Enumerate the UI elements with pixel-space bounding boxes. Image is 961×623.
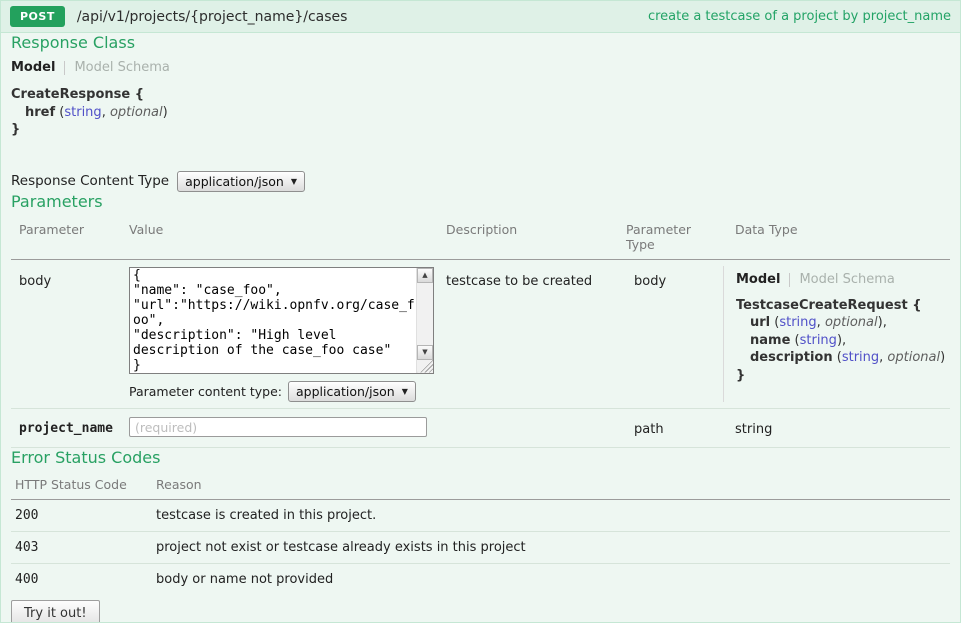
tab-model[interactable]: Model <box>11 60 55 76</box>
parameter-value-cell: { "name": "case_foo", "url":"https://wik… <box>129 266 446 402</box>
status-reason: testcase is created in this project. <box>156 508 950 523</box>
column-header-reason: Reason <box>156 477 950 492</box>
property-name: url <box>750 315 770 330</box>
data-type-tabs: Model Model Schema <box>736 272 950 288</box>
parameter-type: path <box>626 417 723 438</box>
response-content-type-row: Response Content Type application/json ▼ <box>11 171 950 192</box>
property-punct: ), <box>837 333 846 348</box>
chevron-down-icon: ▼ <box>291 174 297 189</box>
response-content-type-label: Response Content Type <box>11 173 169 189</box>
property-type: string <box>842 350 879 365</box>
parameter-description: testcase to be created <box>446 266 626 402</box>
parameter-row-project-name: project_name path string <box>11 409 950 449</box>
signature-property: href (string, optional) <box>11 104 950 122</box>
parameter-description <box>446 417 626 438</box>
property-punct: ) <box>940 350 945 365</box>
property-type: string <box>800 333 837 348</box>
project-name-input[interactable] <box>129 417 427 437</box>
property-flag: optional <box>110 105 163 120</box>
tab-separator <box>789 273 790 287</box>
request-signature: TestcaseCreateRequest { url (string, opt… <box>736 297 950 385</box>
column-header-parameter: Parameter <box>11 222 129 252</box>
parameter-type: body <box>626 266 723 402</box>
scrollbar-track[interactable] <box>417 283 433 345</box>
scroll-up-button[interactable]: ▲ <box>417 268 433 283</box>
column-header-data-type: Data Type <box>723 222 950 252</box>
parameter-value-cell <box>129 417 446 438</box>
tab-model-schema[interactable]: Model Schema <box>74 60 169 76</box>
error-row: 200 testcase is created in this project. <box>11 500 950 532</box>
operation-summary-link[interactable]: create a testcase of a project by projec… <box>648 9 951 24</box>
parameter-name: body <box>11 266 129 402</box>
property-name: name <box>750 333 790 348</box>
property-punct: ( <box>833 350 842 365</box>
signature-class-close: } <box>11 121 950 139</box>
response-content-type-select[interactable]: application/json ▼ <box>177 171 305 192</box>
parameter-row-body: body { "name": "case_foo", "url":"https:… <box>11 260 950 409</box>
parameter-data-type-cell: Model Model Schema TestcaseCreateRequest… <box>723 266 950 402</box>
column-header-parameter-type: Parameter Type <box>626 222 723 252</box>
column-header-description: Description <box>446 222 626 252</box>
scroll-up-icon: ▲ <box>422 272 427 279</box>
parameters-heading: Parameters <box>11 192 950 211</box>
property-punct: , <box>102 105 110 120</box>
property-punct: ), <box>878 315 887 330</box>
signature-class-close: } <box>736 367 950 385</box>
textarea-scrollbar[interactable]: ▲ ▼ <box>416 268 433 373</box>
response-class-tabs: Model Model Schema <box>11 60 950 76</box>
signature-property: name (string), <box>736 332 950 350</box>
body-parameter-textarea[interactable]: { "name": "case_foo", "url":"https://wik… <box>130 268 416 373</box>
column-header-value: Value <box>129 222 446 252</box>
error-table-header: HTTP Status Code Reason <box>11 471 950 500</box>
property-name: description <box>750 350 833 365</box>
parameter-content-type-select[interactable]: application/json ▼ <box>288 381 416 402</box>
operation-header[interactable]: POST /api/v1/projects/{project_name}/cas… <box>1 1 960 33</box>
status-code: 400 <box>11 572 156 587</box>
error-status-codes-heading: Error Status Codes <box>11 448 950 467</box>
property-type: string <box>779 315 816 330</box>
scroll-down-button[interactable]: ▼ <box>417 345 433 360</box>
resize-grip-icon[interactable] <box>417 360 433 373</box>
response-class-heading: Response Class <box>11 33 950 52</box>
swagger-operation-panel: POST /api/v1/projects/{project_name}/cas… <box>0 0 961 623</box>
status-code: 200 <box>11 508 156 523</box>
property-punct: ) <box>163 105 168 120</box>
try-it-out-button[interactable]: Try it out! <box>11 600 100 623</box>
selected-content-type: application/json <box>296 384 395 399</box>
scroll-down-icon: ▼ <box>422 349 427 356</box>
selected-content-type: application/json <box>185 174 284 189</box>
column-header-http-status-code: HTTP Status Code <box>11 477 156 492</box>
error-row: 403 project not exist or testcase alread… <box>11 532 950 564</box>
parameter-content-type-row: Parameter content type: application/json… <box>129 381 446 402</box>
property-punct: , <box>817 315 825 330</box>
tab-model[interactable]: Model <box>736 272 780 288</box>
property-type: string <box>64 105 101 120</box>
property-punct: ( <box>55 105 64 120</box>
operation-content: Response Class Model Model Schema Create… <box>1 33 960 623</box>
parameter-content-type-label: Parameter content type: <box>129 384 282 399</box>
signature-property: url (string, optional), <box>736 314 950 332</box>
tab-separator <box>64 61 65 75</box>
status-code: 403 <box>11 540 156 555</box>
signature-class-open: TestcaseCreateRequest { <box>736 297 950 315</box>
body-value-editor: { "name": "case_foo", "url":"https://wik… <box>129 267 434 374</box>
property-flag: optional <box>825 315 878 330</box>
property-flag: optional <box>887 350 940 365</box>
signature-class-open: CreateResponse { <box>11 86 950 104</box>
parameter-name: project_name <box>11 417 129 438</box>
tab-model-schema[interactable]: Model Schema <box>799 272 894 288</box>
parameters-table-header: Parameter Value Description Parameter Ty… <box>11 216 950 260</box>
chevron-down-icon: ▼ <box>402 384 408 399</box>
error-row: 400 body or name not provided <box>11 564 950 595</box>
signature-property: description (string, optional) <box>736 349 950 367</box>
response-class-signature: CreateResponse { href (string, optional)… <box>11 86 950 139</box>
endpoint-path-link[interactable]: /api/v1/projects/{project_name}/cases <box>77 9 348 25</box>
property-name: href <box>25 105 55 120</box>
property-punct: ( <box>790 333 799 348</box>
parameter-data-type: string <box>723 417 950 438</box>
http-method-badge: POST <box>10 6 65 27</box>
status-reason: project not exist or testcase already ex… <box>156 540 950 555</box>
property-punct: ( <box>770 315 779 330</box>
status-reason: body or name not provided <box>156 572 950 587</box>
